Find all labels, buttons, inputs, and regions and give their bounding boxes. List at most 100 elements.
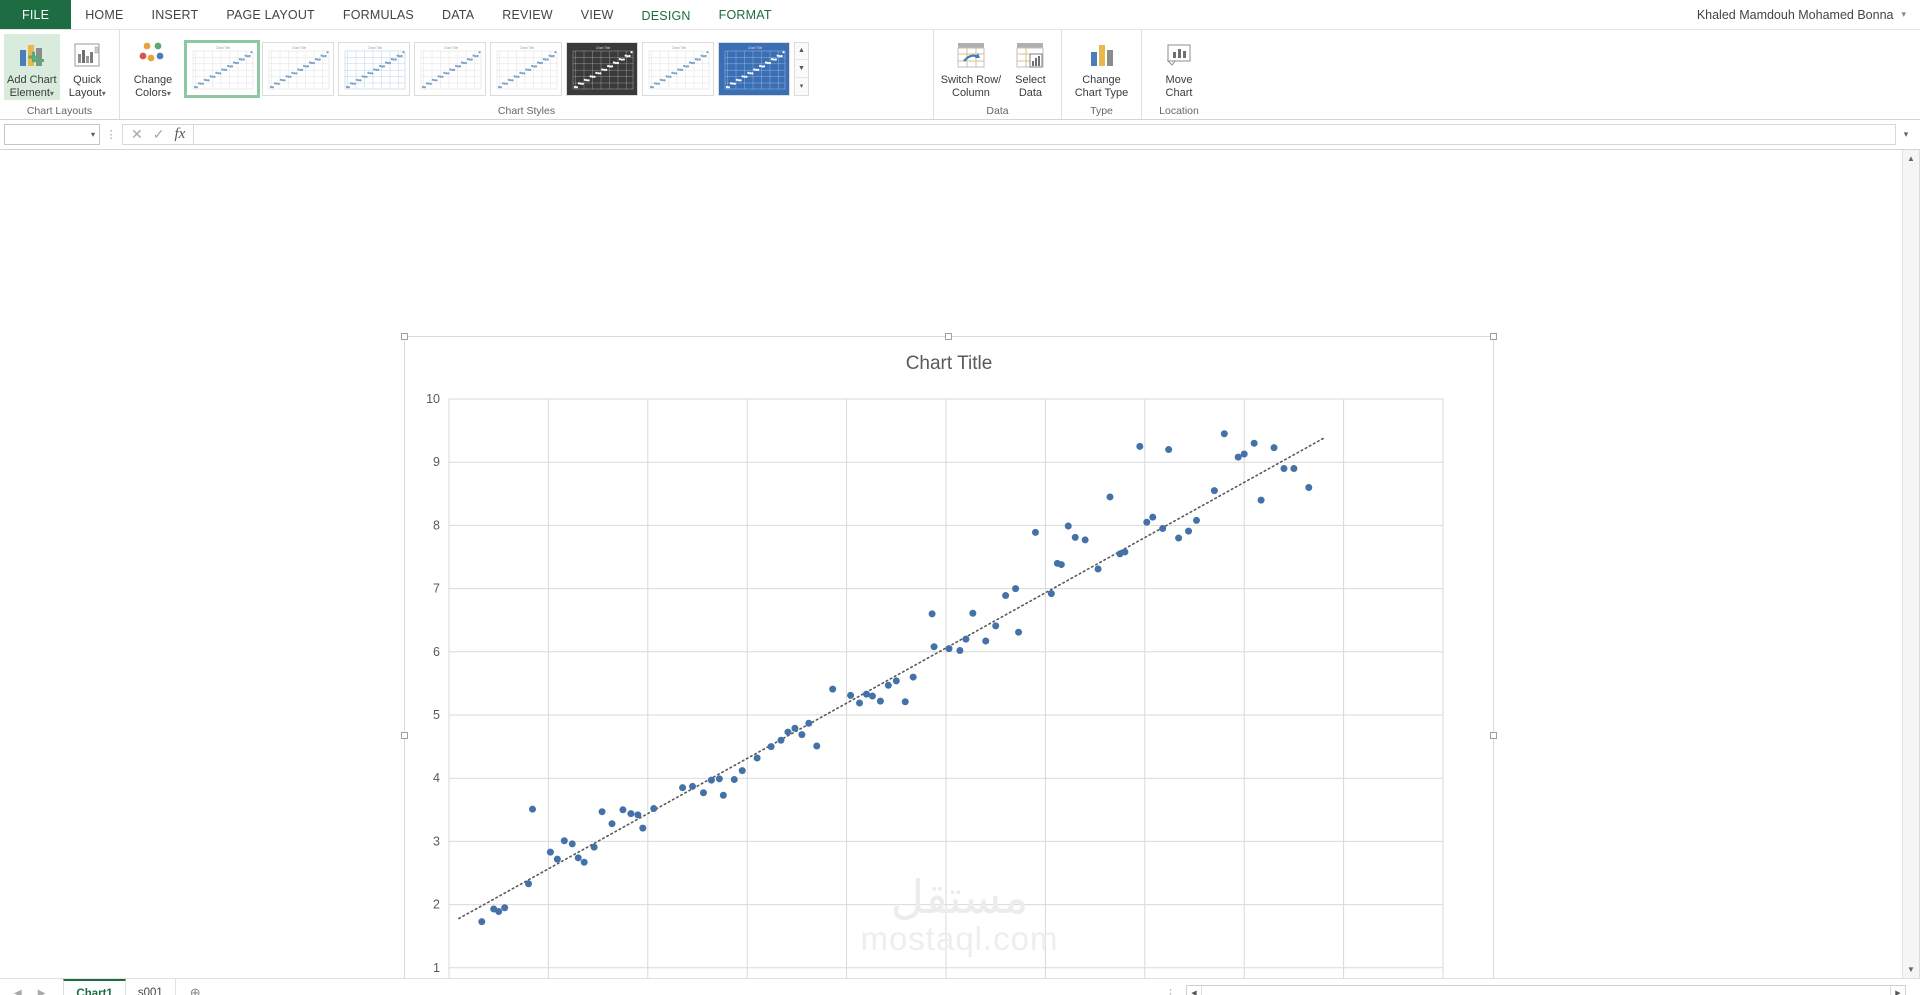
tab-view[interactable]: VIEW (567, 0, 628, 29)
tab-formulas[interactable]: FORMULAS (329, 0, 428, 29)
hscroll-track[interactable] (1201, 986, 1891, 995)
formula-bar-divider: ⋮ (105, 129, 117, 141)
switch-row-column-button[interactable]: Switch Row/ Column (938, 34, 1004, 99)
svg-text:5: 5 (433, 708, 440, 722)
tab-data[interactable]: DATA (428, 0, 488, 29)
tab-review[interactable]: REVIEW (488, 0, 567, 29)
svg-text:2: 2 (433, 898, 440, 912)
user-account[interactable]: Khaled Mamdouh Mohamed Bonna ▾ (1697, 0, 1920, 29)
svg-text:Chart Title: Chart Title (444, 46, 459, 50)
tab-design[interactable]: DESIGN (627, 0, 705, 29)
ribbon: Add Chart Element▾ Quick Layout▾ Chart L… (0, 30, 1920, 120)
chevron-down-icon[interactable]: ▾ (1901, 9, 1906, 20)
switch-row-column-icon (956, 38, 986, 72)
chart-style-thumbnail-2[interactable]: Chart Title (262, 41, 334, 96)
chart-style-thumbnail-7[interactable]: Chart Title (642, 41, 714, 96)
gallery-scroll-up-icon[interactable]: ▲ (795, 43, 808, 61)
change-colors-label: Change Colors▾ (133, 74, 173, 99)
add-chart-element-icon (17, 38, 47, 72)
chart-style-thumbnail-5[interactable]: Chart Title (490, 41, 562, 96)
change-chart-type-button[interactable]: Change Chart Type (1066, 34, 1137, 99)
chart-style-thumbnail-8[interactable]: Chart Title (718, 41, 790, 96)
change-chart-type-label: Change Chart Type (1074, 74, 1129, 99)
chart-style-thumbnail-3[interactable]: Chart Title (338, 41, 410, 96)
svg-text:Chart Title: Chart Title (748, 46, 763, 50)
svg-text:Chart Title: Chart Title (596, 46, 611, 50)
chart-object[interactable]: Chart Title 0123456789100102030405060708… (401, 333, 1497, 978)
chart-style-thumbnail-6[interactable]: Chart Title (566, 41, 638, 96)
sheet-tab-s001[interactable]: s001 (126, 979, 176, 995)
add-chart-element-label: Add Chart Element▾ (6, 74, 57, 99)
move-chart-button[interactable]: Move Chart (1150, 34, 1208, 99)
tab-file[interactable]: FILE (0, 0, 72, 29)
chart-style-thumbnail-4[interactable]: Chart Title (414, 41, 486, 96)
svg-text:Chart Title: Chart Title (216, 46, 231, 50)
hscroll-left-icon[interactable]: ◀ (1187, 989, 1201, 995)
svg-text:7: 7 (433, 582, 440, 596)
scroll-down-icon[interactable]: ▼ (1903, 961, 1919, 978)
insert-function-icon[interactable]: fx (174, 126, 185, 143)
name-box[interactable]: ▾ (4, 124, 100, 145)
chevron-down-icon[interactable]: ▾ (91, 130, 95, 139)
group-label-data: Data (986, 105, 1009, 117)
ribbon-tabs: HOME INSERT PAGE LAYOUT FORMULAS DATA REVIEW V… (71, 0, 786, 29)
horizontal-scrollbar[interactable]: ◀ ▶ (1186, 985, 1906, 995)
switch-row-column-label: Switch Row/ Column (940, 74, 1002, 99)
formula-bar-actions: ✕ ✓ fx (122, 124, 194, 145)
svg-text:8: 8 (433, 518, 440, 532)
move-chart-icon (1164, 38, 1194, 72)
change-chart-type-icon (1087, 38, 1117, 72)
quick-layout-label: Quick Layout▾ (68, 74, 106, 99)
plot-area[interactable]: 0123456789100102030405060708090100 (405, 337, 1493, 978)
ribbon-tab-bar: FILE HOME INSERT PAGE LAYOUT FORMULAS DATA RE… (0, 0, 1920, 30)
sheet-tab-strip: ◀ ▶ Chart1 s001 ⊕ ⋮ ◀ ▶ (0, 978, 1920, 995)
formula-input[interactable] (193, 124, 1896, 145)
group-label-location: Location (1159, 105, 1199, 117)
quick-layout-icon (72, 38, 102, 72)
cancel-icon[interactable]: ✕ (131, 126, 143, 143)
tab-home[interactable]: HOME (71, 0, 137, 29)
enter-icon[interactable]: ✓ (153, 126, 165, 143)
ribbon-group-location: Move Chart Location (1142, 30, 1216, 119)
user-name-label: Khaled Mamdouh Mohamed Bonna (1696, 7, 1894, 22)
gallery-more-icon[interactable]: ▾ (795, 78, 808, 95)
scroll-up-icon[interactable]: ▲ (1903, 150, 1919, 167)
select-data-label: Select Data (1015, 74, 1046, 99)
chart-styles-gallery[interactable]: Chart Title Chart Title Chart Title Char… (182, 38, 792, 100)
svg-text:10: 10 (426, 392, 440, 406)
add-chart-element-button[interactable]: Add Chart Element▾ (4, 34, 60, 100)
svg-text:Chart Title: Chart Title (292, 46, 307, 50)
ribbon-group-data: Switch Row/ Column Select Data Data (934, 30, 1062, 119)
hscroll-right-icon[interactable]: ▶ (1891, 989, 1905, 995)
formula-bar: ▾ ⋮ ✕ ✓ fx ▾ (0, 120, 1920, 150)
svg-text:Chart Title: Chart Title (672, 46, 687, 50)
tab-format[interactable]: FORMAT (705, 0, 786, 29)
select-data-icon (1015, 38, 1045, 72)
sheet-prev-icon[interactable]: ◀ (14, 988, 22, 995)
group-label-type: Type (1090, 105, 1113, 117)
ribbon-group-type: Change Chart Type Type (1062, 30, 1142, 119)
ribbon-group-chart-styles: Change Colors▾ Chart Title Chart Title C… (120, 30, 934, 119)
select-data-button[interactable]: Select Data (1004, 34, 1057, 99)
svg-text:9: 9 (433, 455, 440, 469)
svg-text:6: 6 (433, 645, 440, 659)
sheet-tab-chart1[interactable]: Chart1 (63, 979, 126, 995)
gallery-scroll[interactable]: ▲ ▼ ▾ (794, 41, 809, 96)
group-label-chart-styles: Chart Styles (497, 105, 556, 117)
change-colors-button[interactable]: Change Colors▾ (124, 34, 182, 100)
ribbon-group-chart-layouts: Add Chart Element▾ Quick Layout▾ Chart L… (0, 30, 120, 119)
svg-text:3: 3 (433, 834, 440, 848)
quick-layout-button[interactable]: Quick Layout▾ (60, 34, 116, 100)
new-sheet-button[interactable]: ⊕ (176, 979, 215, 995)
scatter-plot-svg: 0123456789100102030405060708090100 (426, 392, 1444, 978)
sheet-nav-arrows[interactable]: ◀ ▶ (0, 979, 63, 995)
vertical-scrollbar[interactable]: ▲ ▼ (1902, 150, 1919, 978)
tab-page-layout[interactable]: PAGE LAYOUT (212, 0, 329, 29)
tab-insert[interactable]: INSERT (138, 0, 213, 29)
sheet-next-icon[interactable]: ▶ (38, 988, 46, 995)
expand-formula-bar-icon[interactable]: ▾ (1896, 129, 1916, 140)
sheet-tabs: Chart1 s001 (63, 979, 176, 995)
gallery-scroll-down-icon[interactable]: ▼ (795, 60, 808, 78)
svg-text:Chart Title: Chart Title (368, 46, 383, 50)
chart-style-thumbnail-1[interactable]: Chart Title (184, 39, 260, 98)
